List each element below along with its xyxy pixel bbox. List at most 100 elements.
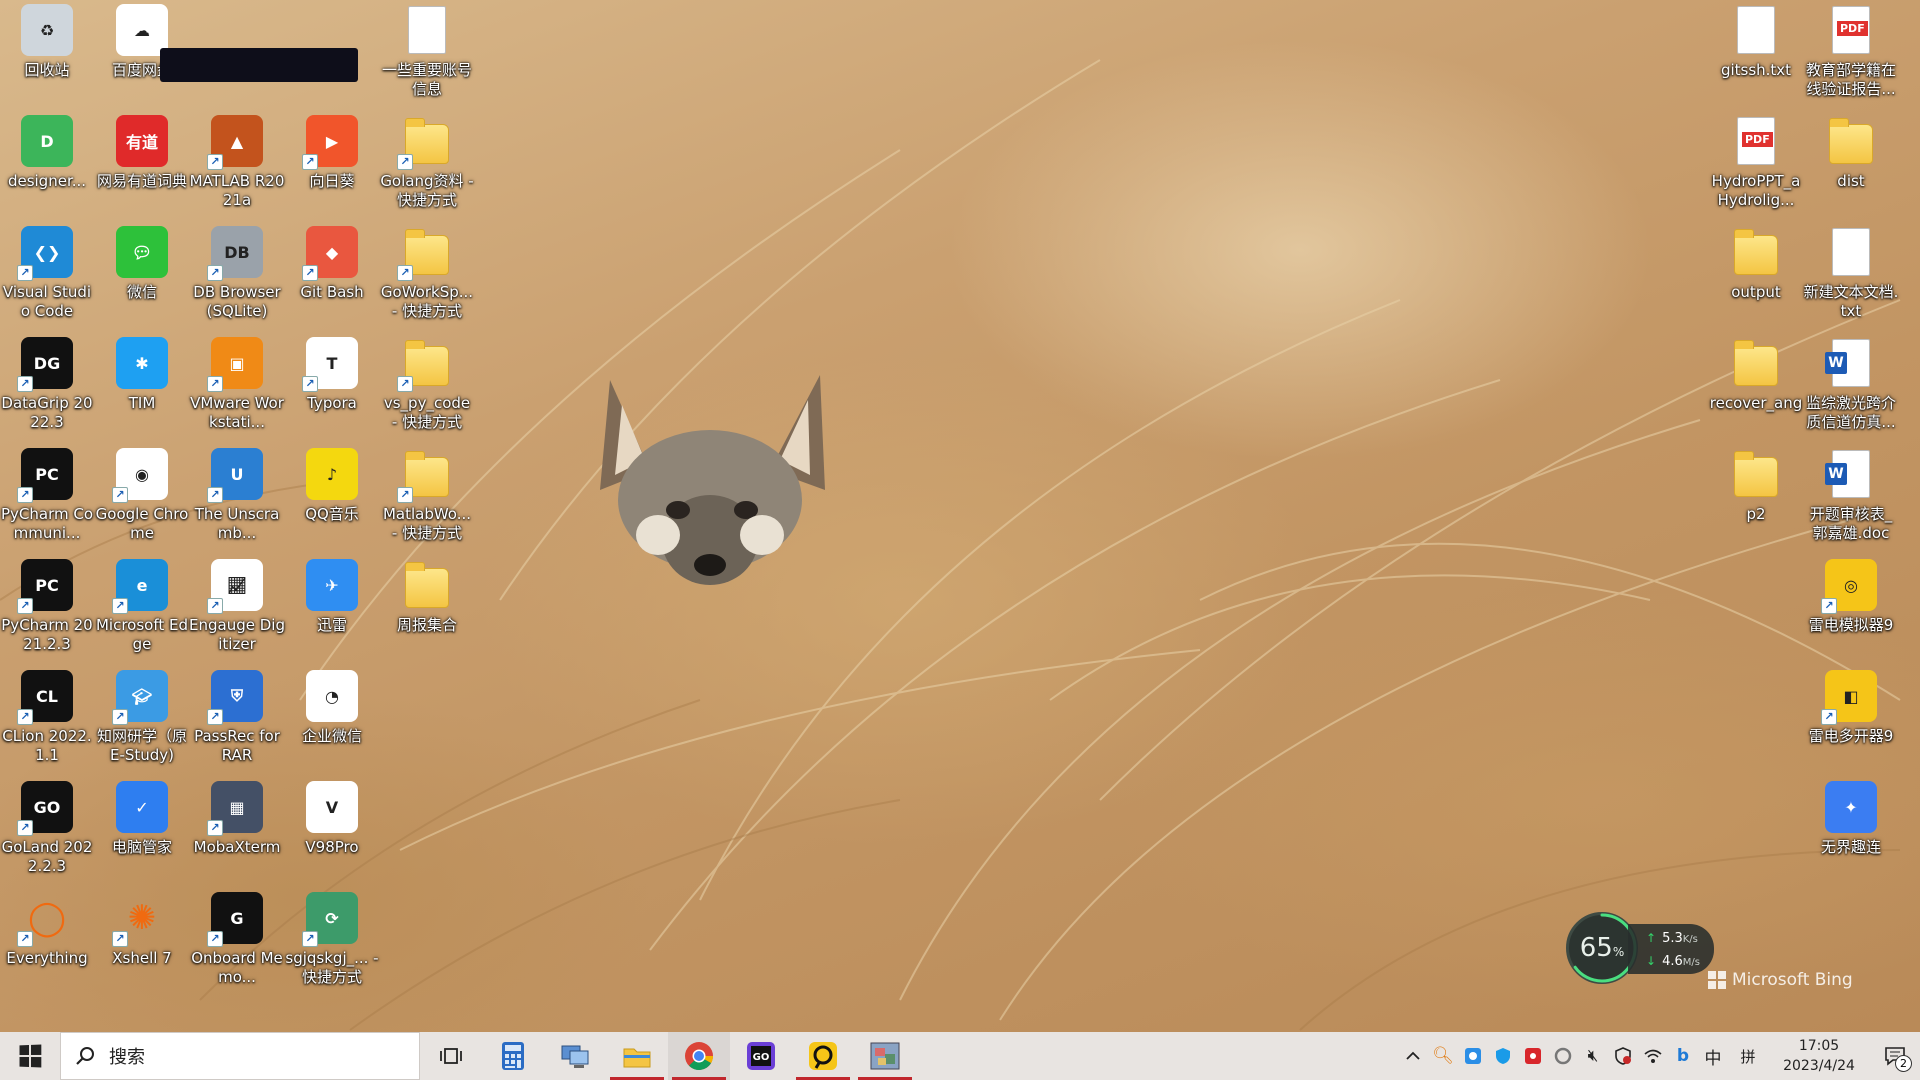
tray-defender[interactable] xyxy=(1608,1032,1638,1080)
desktop-icon[interactable]: ⛨ ↗ PassRec for RAR xyxy=(191,670,283,765)
desktop-icon-label: DB Browser (SQLite) xyxy=(193,283,281,320)
desktop-icon[interactable]: W 开题审核表_郭嘉雄.doc xyxy=(1805,448,1897,543)
desktop-icon[interactable]: ⟳ ↗ sgjqskgj_... - 快捷方式 xyxy=(285,892,379,987)
tray-ime-mode[interactable]: 拼 xyxy=(1728,1032,1768,1080)
start-button[interactable] xyxy=(0,1032,60,1080)
tray-volume[interactable]: 🔇︎ xyxy=(1578,1032,1608,1080)
tray-wechat-pc[interactable] xyxy=(1458,1032,1488,1080)
pycharm-icon: PC ↗ xyxy=(17,448,73,503)
desktop-icon[interactable]: DB ↗ DB Browser (SQLite) xyxy=(191,226,283,321)
desktop-icon[interactable]: e ↗ Microsoft Edge xyxy=(96,559,188,654)
chevron-up-icon xyxy=(1406,1051,1420,1060)
desktop-icon[interactable]: 💬︎ 微信 xyxy=(96,226,188,302)
desktop-icon[interactable]: output xyxy=(1710,226,1802,302)
tray-overflow-chevron[interactable] xyxy=(1398,1032,1428,1080)
shortcut-arrow-icon: ↗ xyxy=(17,487,33,503)
taskbar-network-app[interactable] xyxy=(544,1032,606,1080)
notification-center-button[interactable]: 2 xyxy=(1870,1032,1920,1080)
desktop-icon[interactable]: 周报集合 xyxy=(381,559,473,635)
desktop-icon[interactable]: 有道 网易有道词典 xyxy=(96,115,188,191)
desktop-icon[interactable]: DG ↗ DataGrip 2022.3 xyxy=(1,337,93,432)
desktop-icon[interactable]: 一些重要账号信息 xyxy=(381,4,473,99)
tray-security[interactable] xyxy=(1488,1032,1518,1080)
desktop-icon[interactable]: U ↗ The Unscramb... xyxy=(191,448,283,543)
upload-arrow-icon: ↑ xyxy=(1646,931,1657,945)
speed-panel: ↑ 5.3K/s ↓ 4.6M/s xyxy=(1628,924,1714,974)
mobaxterm-icon: ▦ ↗ xyxy=(207,781,263,836)
desktop-icon[interactable]: ▣ ↗ VMware Workstati... xyxy=(190,337,284,432)
desktop-icon[interactable]: CL ↗ CLion 2022.1.1 xyxy=(1,670,93,765)
desktop-icon-label: Google Chrome xyxy=(95,505,189,542)
desktop-icon[interactable]: ▦ ↗ MobaXterm xyxy=(191,781,283,857)
desktop-icon[interactable]: Ddesigner... xyxy=(1,115,93,191)
desktop-icon[interactable]: PDF 教育部学籍在线验证报告... xyxy=(1805,4,1897,99)
tray-app-gray[interactable] xyxy=(1548,1032,1578,1080)
taskbar-image-app[interactable] xyxy=(854,1032,916,1080)
desktop-icon[interactable]: p2 xyxy=(1710,448,1802,524)
desktop-icon[interactable]: 📈︎ ↗ Engauge Digitizer xyxy=(189,559,285,654)
taskbar-file-explorer[interactable] xyxy=(606,1032,668,1080)
folder-icon xyxy=(1730,337,1782,389)
vmware-icon: ▣ ↗ xyxy=(207,337,263,392)
desktop-icon[interactable]: W 监综激光跨介质信道仿真... xyxy=(1805,337,1897,432)
taskbar-calculator[interactable] xyxy=(482,1032,544,1080)
desktop-icon[interactable]: ✺ ↗ Xshell 7 xyxy=(96,892,188,968)
desktop-icon-label: PyCharm Communi... xyxy=(0,505,94,542)
tray-wifi[interactable] xyxy=(1638,1032,1668,1080)
desktop-icon[interactable]: 🎓︎ ↗ 知网研学（原E-Study) xyxy=(96,670,188,765)
desktop-icon[interactable]: ✱ TIM xyxy=(96,337,188,413)
folder-shortcut-icon: ↗ xyxy=(397,115,453,170)
xshell-icon: ✺ ↗ xyxy=(112,892,168,947)
desktop-icon[interactable]: T ↗ Typora xyxy=(286,337,378,413)
chrome-icon xyxy=(685,1042,713,1070)
desktop-icon[interactable]: ◧ ↗ 雷电多开器9 xyxy=(1805,670,1897,746)
desktop-icon[interactable]: V V98Pro xyxy=(286,781,378,857)
desktop-icon[interactable]: ↗ Golang资料 - 快捷方式 xyxy=(380,115,474,210)
desktop-icon-label: CLion 2022.1.1 xyxy=(2,727,92,764)
taskbar-task-view[interactable] xyxy=(420,1032,482,1080)
desktop-icon[interactable]: gitssh.txt xyxy=(1710,4,1802,80)
desktop-icon[interactable]: ↗ vs_py_code - 快捷方式 xyxy=(381,337,473,432)
desktop-icon[interactable]: ♻ 回收站 xyxy=(1,4,93,80)
desktop-icon[interactable]: ❮❯ ↗ Visual Studio Code xyxy=(1,226,93,321)
text-file-icon xyxy=(1730,4,1782,56)
desktop-icon-label: Everything xyxy=(6,949,88,967)
folder-shortcut-icon: ↗ xyxy=(397,448,453,503)
desktop-icon[interactable]: ▶ ↗ 向日葵 xyxy=(286,115,378,191)
taskbar-clock[interactable]: 17:05 2023/4/24 xyxy=(1776,1036,1862,1076)
desktop-icon-label: HydroPPT_a Hydrolig... xyxy=(1711,172,1801,209)
desktop-icon[interactable]: PC ↗ PyCharm Communi... xyxy=(1,448,93,543)
tray-ime-language[interactable]: 中 xyxy=(1698,1032,1728,1080)
desktop-icon[interactable]: ✓ 电脑管家 xyxy=(96,781,188,857)
desktop-icon[interactable]: recover_ang xyxy=(1710,337,1802,413)
taskbar-chrome[interactable] xyxy=(668,1032,730,1080)
desktop-icon[interactable]: PC ↗ PyCharm 2021.2.3 xyxy=(1,559,93,654)
desktop-icon[interactable]: dist xyxy=(1805,115,1897,191)
tray-bing[interactable]: b xyxy=(1668,1032,1698,1080)
desktop-icon[interactable]: ◔ 企业微信 xyxy=(286,670,378,746)
desktop-icon[interactable]: ✈ 迅雷 xyxy=(286,559,378,635)
desktop-icon[interactable]: ↗ GoWorkSp... - 快捷方式 xyxy=(381,226,473,321)
taskbar-ldplayer[interactable] xyxy=(792,1032,854,1080)
network-speed-widget[interactable]: 65% ↑ 5.3K/s ↓ 4.6M/s xyxy=(1566,912,1716,984)
desktop-icon[interactable]: ◯ ↗ Everything xyxy=(1,892,93,968)
desktop-icon[interactable]: ♪ QQ音乐 xyxy=(286,448,378,524)
tray-everything[interactable]: 🔍︎ xyxy=(1428,1032,1458,1080)
desktop-icon[interactable]: ◉ ↗ Google Chrome xyxy=(96,448,188,543)
taskbar-goland[interactable]: GO xyxy=(730,1032,792,1080)
desktop-icon[interactable]: ◆ ↗ Git Bash xyxy=(286,226,378,302)
taskbar-search-box[interactable]: 搜索 xyxy=(60,1032,420,1080)
desktop-icon[interactable]: PDF HydroPPT_a Hydrolig... xyxy=(1710,115,1802,210)
shortcut-arrow-icon: ↗ xyxy=(302,265,318,281)
desktop-icon[interactable]: ↗ MatlabWo... - 快捷方式 xyxy=(381,448,473,543)
desktop-icon[interactable]: ◎ ↗ 雷电模拟器9 xyxy=(1805,559,1897,635)
tray-app-red[interactable] xyxy=(1518,1032,1548,1080)
desktop-icon[interactable]: GO ↗ GoLand 2022.2.3 xyxy=(1,781,93,876)
desktop-icon[interactable]: 新建文本文档.txt xyxy=(1804,226,1898,321)
desktop-icon[interactable]: ▲ ↗ MATLAB R2021a xyxy=(190,115,284,210)
sunlogin-icon: ▶ ↗ xyxy=(302,115,358,170)
desktop-icon[interactable]: G ↗ Onboard Memo... xyxy=(191,892,283,987)
desktop-icon[interactable]: ✦ 无界趣连 xyxy=(1805,781,1897,857)
desktop-icon-label: PyCharm 2021.2.3 xyxy=(1,616,93,653)
download-value: 4.6 xyxy=(1662,954,1683,969)
